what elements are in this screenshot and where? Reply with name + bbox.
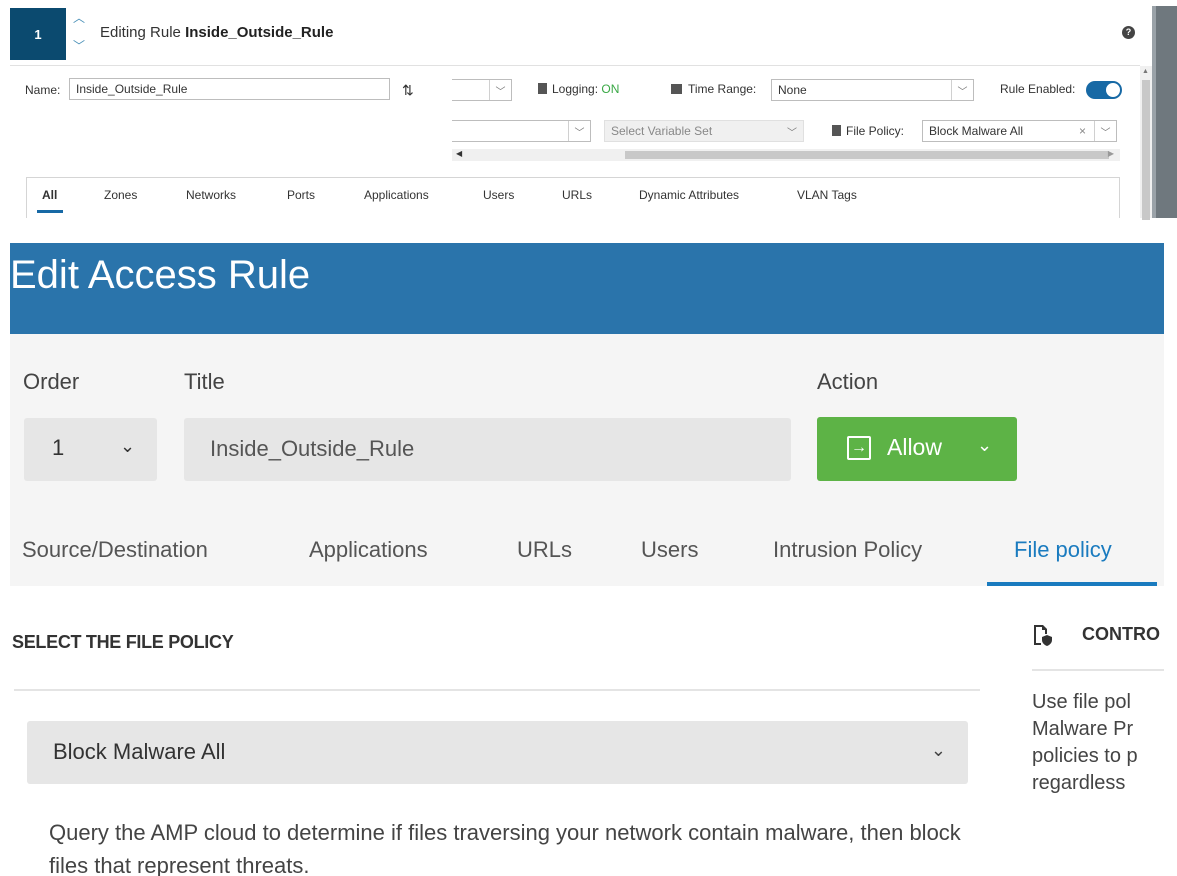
scroll-up-icon[interactable]: ▲ bbox=[1142, 68, 1149, 75]
time-range-group: Time Range: bbox=[671, 82, 756, 96]
time-range-select[interactable]: None ﹀ bbox=[771, 79, 974, 101]
chevron-down-icon: ⌄ bbox=[977, 435, 993, 455]
allow-arrow-icon: → bbox=[847, 436, 871, 460]
section-title: SELECT THE FILE POLICY bbox=[12, 632, 234, 652]
chevron-down-icon: ⌄ bbox=[930, 740, 946, 760]
order-value: 1 bbox=[52, 435, 65, 460]
chevron-down-icon: ⌄ bbox=[120, 436, 136, 456]
chevron-down-icon: ﹀ bbox=[787, 127, 797, 139]
tab-zones[interactable]: Zones bbox=[104, 188, 137, 202]
scroll-left-icon[interactable]: ◀ bbox=[456, 149, 462, 158]
order-select[interactable]: 1 ⌄ bbox=[24, 418, 157, 481]
editing-rule-title: Editing Rule Inside_Outside_Rule bbox=[100, 24, 333, 41]
tab-dynamic-attributes[interactable]: Dynamic Attributes bbox=[639, 188, 739, 202]
file-policy-select[interactable]: Block Malware All × ﹀ bbox=[922, 120, 1117, 142]
scrollbar-thumb[interactable] bbox=[1142, 80, 1150, 220]
file-shield-icon bbox=[1034, 625, 1052, 646]
logging-label: Logging: bbox=[552, 82, 599, 96]
document-icon bbox=[538, 83, 547, 94]
file-policy-label: File Policy: bbox=[846, 124, 905, 138]
chevron-down-icon: ﹀ bbox=[1094, 121, 1116, 141]
edit-access-rule-dialog: Edit Access Rule Order Title Action 1 ⌄ … bbox=[10, 243, 1164, 876]
divider bbox=[1032, 669, 1164, 671]
toggle-knob bbox=[1105, 82, 1121, 98]
background-window-strip bbox=[1152, 6, 1177, 218]
active-tab-indicator bbox=[37, 210, 63, 213]
file-policy-group: File Policy: bbox=[832, 124, 904, 138]
calendar-icon bbox=[671, 84, 682, 94]
policy-select-partial[interactable]: ﹀ bbox=[452, 120, 591, 142]
move-down-chevron-icon[interactable]: ﹀ bbox=[73, 40, 85, 52]
side-panel-title: CONTRO bbox=[1082, 624, 1160, 644]
rule-name-heading: Inside_Outside_Rule bbox=[185, 24, 334, 41]
active-tab-indicator bbox=[987, 582, 1157, 586]
file-policy-icon bbox=[832, 125, 841, 136]
vertical-scrollbar[interactable]: ▲ bbox=[1140, 66, 1152, 220]
condition-tabs: All Zones Networks Ports Applications Us… bbox=[26, 177, 1120, 218]
tab-urls[interactable]: URLs bbox=[562, 188, 592, 202]
chevron-down-icon: ﹀ bbox=[489, 80, 511, 100]
variable-set-placeholder: Select Variable Set bbox=[611, 124, 713, 138]
dialog-title: Edit Access Rule bbox=[10, 253, 311, 297]
chevron-down-icon: ﹀ bbox=[568, 121, 590, 141]
chevron-down-icon: ﹀ bbox=[951, 80, 973, 100]
tab-vlan-tags[interactable]: VLAN Tags bbox=[797, 188, 857, 202]
scrollbar-thumb[interactable] bbox=[625, 151, 1109, 159]
side-line-1: Use file pol bbox=[1032, 691, 1131, 713]
title-label: Title bbox=[184, 369, 225, 394]
tab-users[interactable]: Users bbox=[641, 537, 698, 563]
tab-source-destination[interactable]: Source/Destination bbox=[22, 537, 208, 563]
variable-set-select[interactable]: Select Variable Set ﹀ bbox=[604, 120, 804, 142]
time-range-value: None bbox=[778, 83, 807, 97]
name-label: Name: bbox=[25, 83, 61, 97]
divider bbox=[14, 689, 980, 691]
file-policy-value: Block Malware All bbox=[53, 739, 226, 764]
name-input[interactable]: Inside_Outside_Rule bbox=[69, 78, 390, 100]
action-select-partial[interactable]: ﹀ bbox=[452, 79, 512, 101]
side-panel-text: Use file pol Malware Pr policies to p re… bbox=[1032, 689, 1164, 797]
logging-group[interactable]: Logging: ON bbox=[538, 82, 619, 96]
editing-prefix: Editing Rule bbox=[100, 24, 181, 41]
clear-icon[interactable]: × bbox=[1079, 124, 1086, 138]
logging-status: ON bbox=[601, 82, 620, 96]
side-line-3: policies to p bbox=[1032, 745, 1138, 767]
tab-intrusion-policy[interactable]: Intrusion Policy bbox=[773, 537, 922, 563]
horizontal-scrollbar[interactable]: ◀ ▶ bbox=[452, 149, 1120, 161]
action-label: Action bbox=[817, 369, 879, 394]
tab-all[interactable]: All bbox=[42, 188, 57, 202]
dialog-header: Edit Access Rule bbox=[10, 243, 1164, 334]
tab-file-policy[interactable]: File policy bbox=[1014, 537, 1112, 563]
tab-urls[interactable]: URLs bbox=[517, 537, 572, 563]
file-policy-value: Block Malware All bbox=[929, 124, 1024, 138]
action-value: Allow bbox=[887, 434, 942, 460]
scroll-right-icon[interactable]: ▶ bbox=[1108, 149, 1114, 158]
file-policy-description: Query the AMP cloud to determine if file… bbox=[49, 820, 961, 876]
tab-networks[interactable]: Networks bbox=[186, 188, 236, 202]
rule-enabled-toggle[interactable] bbox=[1086, 81, 1122, 99]
help-icon[interactable]: ? bbox=[1122, 26, 1135, 39]
action-allow-button[interactable]: → Allow ⌄ bbox=[817, 417, 1017, 481]
file-policy-select[interactable]: Block Malware All ⌄ bbox=[27, 721, 968, 784]
tab-applications[interactable]: Applications bbox=[364, 188, 429, 202]
rule-editor-panel: 1 ︿ ﹀ Editing Rule Inside_Outside_Rule ?… bbox=[0, 0, 1177, 220]
divider bbox=[10, 65, 1140, 66]
tab-applications[interactable]: Applications bbox=[309, 537, 428, 563]
time-range-label: Time Range: bbox=[688, 82, 757, 96]
move-up-chevron-icon[interactable]: ︿ bbox=[73, 12, 85, 24]
rule-number-badge: 1 bbox=[10, 8, 66, 60]
side-help-panel: CONTRO Use file pol Malware Pr policies … bbox=[1020, 603, 1164, 876]
tab-users[interactable]: Users bbox=[483, 188, 514, 202]
tab-ports[interactable]: Ports bbox=[287, 188, 315, 202]
rule-enabled-label: Rule Enabled: bbox=[1000, 82, 1076, 96]
title-input[interactable]: Inside_Outside_Rule bbox=[184, 418, 791, 481]
background-window-edge bbox=[1156, 6, 1177, 218]
order-label: Order bbox=[23, 369, 80, 394]
sort-icon[interactable]: ⇅ bbox=[402, 82, 414, 99]
side-line-2: Malware Pr bbox=[1032, 718, 1134, 740]
side-line-4: regardless bbox=[1032, 772, 1126, 794]
